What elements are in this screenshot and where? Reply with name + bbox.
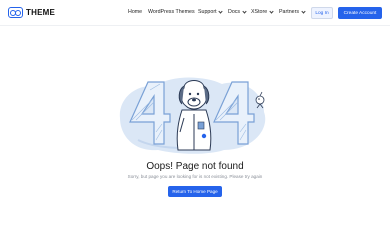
nav-item-wordpress-themes[interactable]: WordPress Themes (148, 9, 195, 15)
chevron-down-icon (218, 8, 223, 14)
logo[interactable]: THEME (8, 7, 55, 18)
nav-label: Home (128, 9, 143, 15)
site-header: THEME Home WordPress Themes Support Docs… (0, 0, 390, 26)
return-home-button[interactable]: Return To Home Page (168, 186, 222, 197)
chevron-down-icon (269, 8, 274, 14)
login-button[interactable]: Log In (311, 7, 333, 19)
nav-item-docs[interactable]: Docs (228, 8, 247, 15)
error-title: Oops! Page not found (146, 161, 244, 172)
create-account-button[interactable]: Create Account (338, 7, 382, 19)
chevron-down-icon (300, 8, 306, 14)
nav-item-home[interactable]: Home (128, 9, 142, 15)
404-illustration (119, 77, 266, 154)
nav-label: Partners (279, 9, 300, 15)
nav-label: Support (198, 9, 217, 15)
error-message: Sorry, but page you are looking for is n… (127, 174, 263, 179)
nav-item-support[interactable]: Support (198, 8, 223, 15)
nav-item-partners[interactable]: Partners (279, 8, 306, 15)
nav-label: Docs (228, 9, 241, 15)
nav-item-xstore[interactable]: XStore (251, 8, 274, 15)
brand-name: THEME (26, 8, 55, 17)
nav-label: XStore (251, 9, 268, 15)
chevron-down-icon (241, 8, 247, 14)
nav-label: WordPress Themes (148, 9, 195, 15)
logo-icon (8, 7, 23, 18)
